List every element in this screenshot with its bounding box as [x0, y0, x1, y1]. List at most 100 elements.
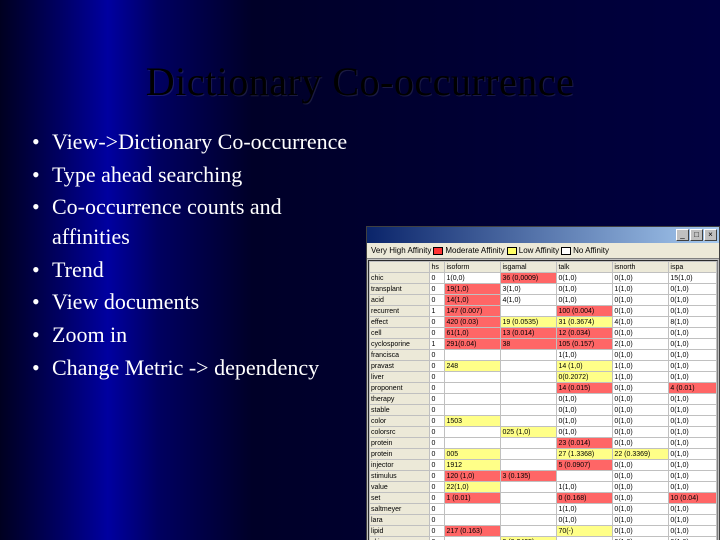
data-cell[interactable]: 0: [430, 482, 445, 493]
data-cell[interactable]: 0(1,0): [669, 394, 717, 405]
data-cell[interactable]: 0(1,0): [669, 416, 717, 427]
data-cell[interactable]: [501, 405, 557, 416]
data-cell[interactable]: 0(1,0): [669, 361, 717, 372]
data-cell[interactable]: 1(1,0): [557, 350, 613, 361]
data-cell[interactable]: 0: [430, 537, 445, 540]
data-cell[interactable]: 0(1,0): [557, 295, 613, 306]
data-cell[interactable]: 61(1,0): [445, 328, 501, 339]
data-cell[interactable]: 15(1,0): [669, 273, 717, 284]
data-cell[interactable]: [445, 427, 501, 438]
data-cell[interactable]: [501, 438, 557, 449]
table-row[interactable]: proponent014 (0.015)0(1,0)4 (0.01): [370, 383, 717, 394]
data-cell[interactable]: 13 (0.014): [501, 328, 557, 339]
data-cell[interactable]: 0(1,0): [613, 416, 669, 427]
column-header[interactable]: [370, 262, 430, 273]
data-cell[interactable]: 0(1,0): [669, 284, 717, 295]
data-cell[interactable]: 1(1,0): [557, 504, 613, 515]
table-row[interactable]: pravast024814 (1,0)1(1,0)0(1,0): [370, 361, 717, 372]
data-cell[interactable]: 0(1,0): [557, 284, 613, 295]
data-cell[interactable]: [501, 372, 557, 383]
data-cell[interactable]: 0(1,0): [613, 350, 669, 361]
data-cell[interactable]: 0(1,0): [613, 394, 669, 405]
data-cell[interactable]: 0(1,0): [613, 405, 669, 416]
table-row[interactable]: cyclosporine1291(0.04)38105 (0.157)2(1,0…: [370, 339, 717, 350]
table-row[interactable]: recurrent1147 (0.007)100 (0.004)0(1,0)0(…: [370, 306, 717, 317]
data-cell[interactable]: 0(1,0): [669, 427, 717, 438]
data-cell[interactable]: 105 (0.157): [557, 339, 613, 350]
data-cell[interactable]: 2(1,0): [613, 339, 669, 350]
data-cell[interactable]: 0(1,0): [669, 405, 717, 416]
data-cell[interactable]: 0(1,0): [669, 482, 717, 493]
data-cell[interactable]: 0: [430, 471, 445, 482]
data-cell[interactable]: 9 (0.2405): [501, 537, 557, 540]
data-cell[interactable]: 1503: [445, 416, 501, 427]
data-cell[interactable]: 0(1,0): [669, 515, 717, 526]
data-cell[interactable]: 291(0.04): [445, 339, 501, 350]
table-row[interactable]: therapy00(1,0)0(1,0)0(1,0): [370, 394, 717, 405]
data-cell[interactable]: 4(1,0): [613, 317, 669, 328]
data-cell[interactable]: 3 (0.135): [501, 471, 557, 482]
data-cell[interactable]: 0: [430, 427, 445, 438]
column-header[interactable]: isgamal: [501, 262, 557, 273]
data-cell[interactable]: 0: [430, 328, 445, 339]
data-cell[interactable]: 14(1,0): [445, 295, 501, 306]
data-cell[interactable]: 005: [445, 449, 501, 460]
data-cell[interactable]: 0(1,0): [613, 328, 669, 339]
data-cell[interactable]: 0: [430, 416, 445, 427]
data-cell[interactable]: [445, 394, 501, 405]
data-cell[interactable]: 12 (0.034): [557, 328, 613, 339]
data-cell[interactable]: 5 (0.0907): [557, 460, 613, 471]
data-cell[interactable]: [501, 449, 557, 460]
data-cell[interactable]: 100 (0.004): [557, 306, 613, 317]
data-cell[interactable]: [445, 438, 501, 449]
table-row[interactable]: liver00(0.2072)1(1,0)0(1,0): [370, 372, 717, 383]
data-cell[interactable]: 22(1,0): [445, 482, 501, 493]
data-cell[interactable]: 120 (1,0): [445, 471, 501, 482]
data-cell[interactable]: 0(1,0): [669, 350, 717, 361]
data-cell[interactable]: 1(1,0): [613, 284, 669, 295]
data-cell[interactable]: 0: [430, 273, 445, 284]
data-cell[interactable]: [501, 394, 557, 405]
data-cell[interactable]: 0(1,0): [613, 306, 669, 317]
table-row[interactable]: chic01(0,0)36 (0,0009)0(1,0)0(1,0)15(1,0…: [370, 273, 717, 284]
data-cell[interactable]: 0(1,0): [557, 273, 613, 284]
data-cell[interactable]: [501, 460, 557, 471]
table-row[interactable]: color015030(1,0)0(1,0)0(1,0): [370, 416, 717, 427]
data-cell[interactable]: 0: [430, 515, 445, 526]
data-cell[interactable]: [501, 526, 557, 537]
data-cell[interactable]: 1(0,0): [445, 273, 501, 284]
data-cell[interactable]: 0: [430, 493, 445, 504]
table-row[interactable]: saltmeyer01(1,0)0(1,0)0(1,0): [370, 504, 717, 515]
data-cell[interactable]: 0(1,0): [669, 449, 717, 460]
data-cell[interactable]: 025 (1,0): [501, 427, 557, 438]
data-cell[interactable]: 0(1,0): [557, 394, 613, 405]
data-cell[interactable]: 0: [430, 438, 445, 449]
table-row[interactable]: protein000527 (1.3368)22 (0.3369)0(1,0): [370, 449, 717, 460]
data-cell[interactable]: 0(1,0): [669, 438, 717, 449]
data-cell[interactable]: 14 (1,0): [557, 361, 613, 372]
data-cell[interactable]: 0(1,0): [613, 383, 669, 394]
data-cell[interactable]: 147 (0.007): [445, 306, 501, 317]
data-cell[interactable]: [501, 361, 557, 372]
data-cell[interactable]: [501, 306, 557, 317]
data-cell[interactable]: 0: [430, 295, 445, 306]
table-row[interactable]: transplant019(1,0)3(1,0)0(1,0)1(1,0)0(1,…: [370, 284, 717, 295]
data-cell[interactable]: [501, 493, 557, 504]
data-cell[interactable]: 0(1,0): [613, 504, 669, 515]
table-row[interactable]: protein023 (0.014)0(1,0)0(1,0): [370, 438, 717, 449]
table-row[interactable]: colorsrc0025 (1,0)0(1,0)0(1,0)0(1,0): [370, 427, 717, 438]
data-cell[interactable]: [445, 372, 501, 383]
table-row[interactable]: lipid0217 (0.163)70(-)0(1,0)0(1,0): [370, 526, 717, 537]
data-cell[interactable]: 0: [430, 372, 445, 383]
table-row[interactable]: value022(1,0)1(1,0)0(1,0)0(1,0): [370, 482, 717, 493]
data-cell[interactable]: 0(1,0): [669, 537, 717, 540]
data-cell[interactable]: [501, 383, 557, 394]
data-cell[interactable]: 1: [430, 306, 445, 317]
maximize-button[interactable]: □: [690, 229, 703, 241]
table-row[interactable]: stimulus0120 (1,0)3 (0.135)0(1,0)0(1,0): [370, 471, 717, 482]
data-cell[interactable]: 4 (0.01): [669, 383, 717, 394]
table-row[interactable]: cell061(1,0)13 (0.014)12 (0.034)0(1,0)0(…: [370, 328, 717, 339]
data-cell[interactable]: 1 (0.01): [445, 493, 501, 504]
data-cell[interactable]: 0(0.2072): [557, 372, 613, 383]
data-cell[interactable]: 0(1,0): [613, 482, 669, 493]
